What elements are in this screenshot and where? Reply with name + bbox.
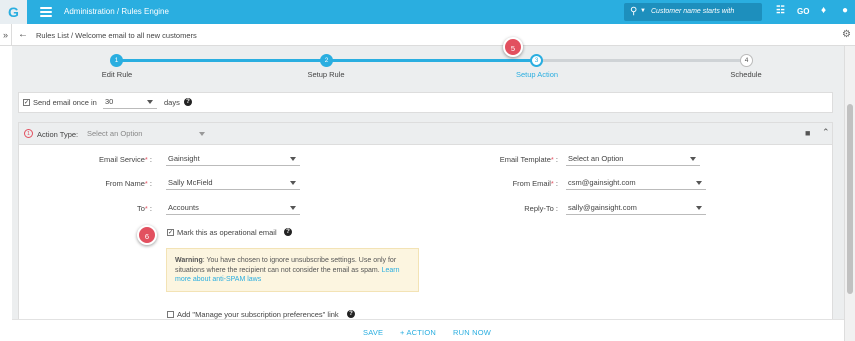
scrollbar[interactable] bbox=[844, 46, 855, 341]
breadcrumb[interactable]: Rules List / Welcome email to all new cu… bbox=[36, 31, 197, 40]
breadcrumb-bar: » ← Rules List / Welcome email to all ne… bbox=[0, 24, 855, 46]
chevron-down-icon bbox=[696, 181, 702, 185]
operational-email-checkbox[interactable]: ✓ bbox=[167, 229, 174, 236]
step-1-circle[interactable]: 1 bbox=[110, 54, 123, 67]
step-2-label[interactable]: Setup Rule bbox=[307, 70, 344, 79]
search-input[interactable]: ⚲ ▼ Customer name starts with bbox=[624, 3, 762, 21]
from-name-label: From Name* : bbox=[105, 179, 152, 188]
trash-icon[interactable]: ■ bbox=[805, 128, 810, 138]
from-email-select[interactable]: csm@gainsight.com bbox=[566, 176, 706, 190]
step-4-circle[interactable]: 4 bbox=[740, 54, 753, 67]
send-email-row: ✓ Send email once in 30 days ? bbox=[18, 92, 833, 113]
spam-warning: Warning: You have chosen to ignore unsub… bbox=[166, 248, 419, 292]
to-label: To* : bbox=[136, 204, 152, 213]
user-icon[interactable]: ● bbox=[842, 5, 848, 16]
scrollbar-thumb[interactable] bbox=[847, 104, 853, 294]
reply-to-select[interactable]: sally@gainsight.com bbox=[566, 201, 706, 215]
chevron-down-icon bbox=[147, 100, 153, 104]
search-icon: ⚲ bbox=[630, 6, 638, 17]
step-2-circle[interactable]: 2 bbox=[320, 54, 333, 67]
email-service-select[interactable]: Gainsight bbox=[166, 152, 300, 166]
callout-badge-5: 5 bbox=[503, 37, 523, 57]
chevron-down-icon bbox=[290, 157, 296, 161]
send-email-interval-value: 30 bbox=[105, 97, 114, 106]
days-label: days bbox=[164, 98, 180, 107]
help-icon[interactable]: ? bbox=[347, 310, 355, 318]
send-email-interval-select[interactable]: 30 bbox=[103, 95, 157, 109]
action-type-label: Action Type: bbox=[37, 130, 79, 139]
to-value: Accounts bbox=[168, 203, 199, 212]
step-4-label[interactable]: Schedule bbox=[730, 70, 761, 79]
subscription-link-checkbox[interactable] bbox=[167, 311, 174, 318]
footer-actions: SAVE + ACTION RUN NOW bbox=[12, 319, 844, 341]
chevron-down-icon bbox=[290, 181, 296, 185]
stepper-remaining bbox=[537, 59, 746, 62]
step-3-circle[interactable]: 3 bbox=[530, 54, 543, 67]
step-3-label[interactable]: Setup Action bbox=[516, 70, 558, 79]
logo-letter: G bbox=[8, 4, 19, 20]
chevron-down-icon[interactable]: ▼ bbox=[640, 8, 646, 14]
warning-title: Warning bbox=[175, 257, 203, 264]
from-email-value: csm@gainsight.com bbox=[568, 178, 636, 187]
email-template-select[interactable]: Select an Option bbox=[566, 152, 700, 166]
action-type-select[interactable]: Select an Option bbox=[85, 127, 209, 141]
go-button[interactable]: GO bbox=[797, 7, 809, 16]
email-template-label: Email Template* : bbox=[499, 155, 558, 164]
action-number-badge: 1 bbox=[24, 129, 33, 138]
search-placeholder: Customer name starts with bbox=[651, 8, 735, 15]
bell-icon[interactable]: ♦ bbox=[821, 5, 826, 16]
operational-email-label: Mark this as operational email bbox=[177, 228, 277, 237]
back-arrow-icon[interactable]: ← bbox=[18, 29, 28, 40]
chevron-down-icon bbox=[290, 206, 296, 210]
chevron-down-icon bbox=[690, 157, 696, 161]
expand-sidebar-icon[interactable]: » bbox=[0, 24, 12, 46]
to-select[interactable]: Accounts bbox=[166, 201, 300, 215]
save-button[interactable]: SAVE bbox=[363, 328, 383, 337]
reply-to-label: Reply-To : bbox=[524, 204, 558, 213]
action-type-placeholder: Select an Option bbox=[87, 129, 143, 138]
menu-icon[interactable] bbox=[40, 7, 52, 17]
send-email-label: Send email once in bbox=[33, 98, 97, 107]
help-icon[interactable]: ? bbox=[184, 98, 192, 106]
page-title: Administration / Rules Engine bbox=[64, 7, 169, 16]
callout-badge-6: 6 bbox=[137, 225, 157, 245]
from-name-select[interactable]: Sally McField bbox=[166, 176, 300, 190]
run-now-button[interactable]: RUN NOW bbox=[453, 328, 491, 337]
subscription-link-label: Add "Manage your subscription preference… bbox=[177, 310, 339, 319]
gear-icon[interactable]: ⚙ bbox=[842, 29, 851, 40]
from-name-value: Sally McField bbox=[168, 178, 213, 187]
app-logo[interactable]: G bbox=[0, 0, 27, 24]
email-service-value: Gainsight bbox=[168, 154, 200, 163]
chevron-down-icon bbox=[199, 132, 205, 136]
action-header: 1 Action Type: Select an Option ■ ⌃ bbox=[19, 123, 832, 145]
reply-to-value: sally@gainsight.com bbox=[568, 203, 637, 212]
add-action-button[interactable]: + ACTION bbox=[400, 328, 436, 337]
org-chart-icon[interactable]: ☷ bbox=[776, 5, 785, 16]
email-template-value: Select an Option bbox=[568, 154, 624, 163]
chevron-down-icon bbox=[696, 206, 702, 210]
from-email-label: From Email* : bbox=[512, 179, 558, 188]
email-service-label: Email Service* : bbox=[99, 155, 152, 164]
help-icon[interactable]: ? bbox=[284, 228, 292, 236]
send-email-checkbox[interactable]: ✓ bbox=[23, 99, 30, 106]
top-header: G Administration / Rules Engine ⚲ ▼ Cust… bbox=[0, 0, 855, 24]
warning-text: : You have chosen to ignore unsubscribe … bbox=[175, 257, 397, 274]
collapse-icon[interactable]: ⌃ bbox=[822, 127, 830, 138]
step-1-label[interactable]: Edit Rule bbox=[102, 70, 132, 79]
